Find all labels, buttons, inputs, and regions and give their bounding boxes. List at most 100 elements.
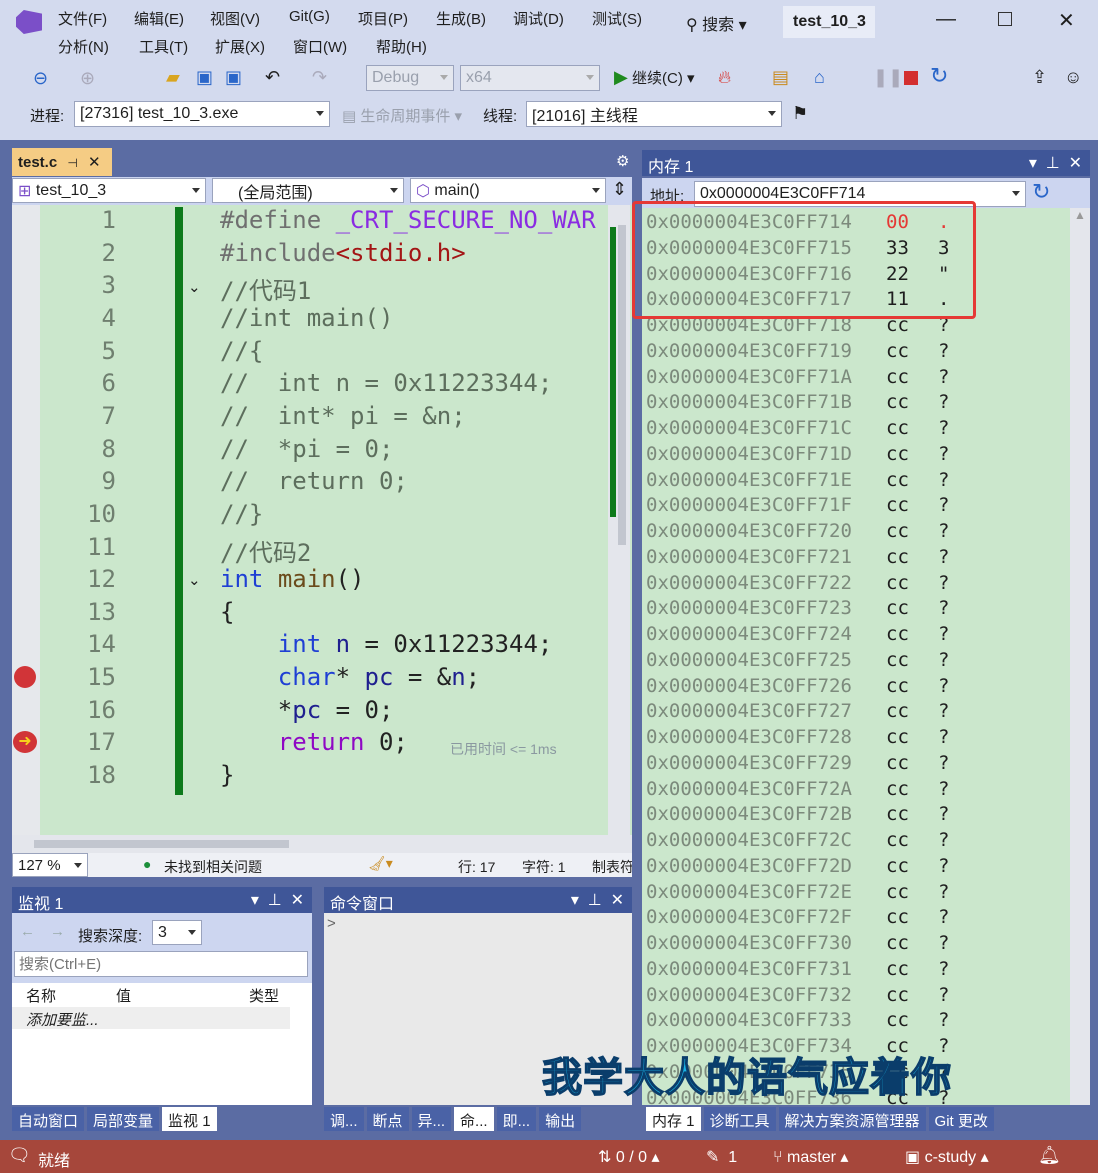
memory-row[interactable]: 0x0000004E3C0FF724 cc? [646, 623, 949, 649]
menu-item[interactable]: 文件(F) [58, 8, 107, 29]
process-dropdown[interactable]: [27316] test_10_3.exe [74, 101, 330, 127]
memory-row[interactable]: 0x0000004E3C0FF71F cc? [646, 494, 949, 520]
memory-row[interactable]: 0x0000004E3C0FF732 cc? [646, 984, 949, 1010]
memory-row[interactable]: 0x0000004E3C0FF722 cc? [646, 572, 949, 598]
find-in-files-icon[interactable]: ▤ [772, 67, 789, 87]
memory-row[interactable]: 0x0000004E3C0FF71C cc? [646, 417, 949, 443]
issues-status[interactable]: 未找到相关问题 [164, 857, 262, 877]
configuration-dropdown[interactable]: Debug [366, 65, 454, 91]
memory-row[interactable]: 0x0000004E3C0FF72A cc? [646, 778, 949, 804]
column-value[interactable]: 值 [116, 985, 131, 1006]
code-line[interactable]: return 0; [220, 728, 408, 756]
code-line[interactable]: } [220, 761, 234, 789]
menu-item[interactable]: 扩展(X) [215, 36, 265, 57]
watch-search-input[interactable] [14, 951, 308, 977]
back-icon[interactable]: ⊖ [33, 68, 48, 88]
code-line[interactable]: // return 0; [220, 467, 408, 495]
menu-item[interactable]: 编辑(E) [134, 8, 184, 29]
stop-button[interactable] [904, 71, 918, 85]
panel-tab[interactable]: 解决方案资源管理器 [778, 1107, 926, 1131]
code-line[interactable]: // int* pi = &n; [220, 402, 466, 430]
memory-row[interactable]: 0x0000004E3C0FF730 cc? [646, 932, 949, 958]
hot-reload-icon[interactable]: 🔥︎ [718, 67, 731, 87]
panel-tab[interactable]: 即... [496, 1107, 537, 1131]
continue-button[interactable]: ▶ 继续(C) ▾ [614, 67, 695, 88]
panel-tab[interactable]: 监视 1 [162, 1107, 217, 1131]
maximize-button[interactable] [998, 12, 1012, 26]
code-cleanup-icon[interactable]: 🧹︎▾ [368, 855, 393, 872]
code-line[interactable]: // int n = 0x11223344; [220, 369, 552, 397]
memory-row[interactable]: 0x0000004E3C0FF72C cc? [646, 829, 949, 855]
feedback-icon[interactable]: ☺ [1064, 67, 1082, 87]
breakpoint-icon[interactable] [14, 666, 36, 688]
memory-row[interactable]: 0x0000004E3C0FF71B cc? [646, 391, 949, 417]
code-line[interactable]: // *pi = 0; [220, 435, 393, 463]
memory-scrollbar[interactable]: ▲ [1070, 208, 1090, 1105]
undo-icon[interactable]: ↶ [265, 67, 280, 87]
memory-row[interactable]: 0x0000004E3C0FF720 cc? [646, 520, 949, 546]
horizontal-scrollbar[interactable] [12, 835, 632, 853]
memory-row[interactable]: 0x0000004E3C0FF721 cc? [646, 546, 949, 572]
minimize-button[interactable]: — [936, 8, 956, 31]
code-line[interactable]: *pc = 0; [220, 696, 394, 724]
menu-item[interactable]: Git(G) [289, 8, 330, 25]
notifications-icon[interactable]: 🔔︎ [1038, 1145, 1061, 1166]
add-watch-row[interactable]: 添加要监... [12, 1007, 290, 1029]
panel-tab[interactable]: 异... [411, 1107, 452, 1131]
sync-button[interactable]: ⇅ 0 / 0 ▴ [598, 1147, 659, 1167]
memory-row[interactable]: 0x0000004E3C0FF71E cc? [646, 469, 949, 495]
memory-row[interactable]: 0x0000004E3C0FF731 cc? [646, 958, 949, 984]
forward-arrow-icon[interactable]: → [50, 923, 65, 940]
menu-item[interactable]: 测试(S) [592, 8, 642, 29]
close-button[interactable]: ✕ [1058, 8, 1075, 33]
menu-item[interactable]: 调试(D) [513, 8, 564, 29]
panel-tab[interactable]: 自动窗口 [12, 1107, 85, 1131]
flag-icon[interactable]: ⚑ [792, 103, 808, 123]
tab-test-c[interactable]: test.c ⊣ ✕ [12, 148, 112, 176]
code-line[interactable]: int n = 0x11223344; [220, 630, 553, 658]
scope-dropdown[interactable]: (全局范围) [212, 178, 404, 203]
memory-row[interactable]: 0x0000004E3C0FF728 cc? [646, 726, 949, 752]
panel-tab[interactable]: 断点 [366, 1107, 409, 1131]
panel-tab[interactable]: 命... [454, 1107, 494, 1131]
branch-button[interactable]: ⑂ master ▴ [773, 1147, 848, 1167]
code-line[interactable]: { [220, 598, 234, 626]
menu-item[interactable]: 项目(P) [358, 8, 408, 29]
memory-row[interactable]: 0x0000004E3C0FF719 cc? [646, 340, 949, 366]
menu-item[interactable]: 视图(V) [210, 8, 260, 29]
search-button[interactable]: ⚲ 搜索 ▾ [686, 11, 747, 35]
refresh-icon[interactable]: ↻ [1032, 179, 1050, 205]
memory-row[interactable]: 0x0000004E3C0FF727 cc? [646, 700, 949, 726]
code-line[interactable]: //代码1 [220, 271, 311, 306]
memory-row[interactable]: 0x0000004E3C0FF72D cc? [646, 855, 949, 881]
pin-icon[interactable]: ⊣ [67, 156, 77, 170]
memory-grid[interactable]: 0x0000004E3C0FF714 00. 0x0000004E3C0FF715 3… [642, 208, 1070, 1105]
column-type[interactable]: 类型 [249, 985, 279, 1006]
pause-icon[interactable]: ❚❚ [873, 67, 903, 87]
tabs-mode[interactable]: 制表符 [592, 857, 632, 877]
code-line[interactable]: #include<stdio.h> [220, 239, 466, 267]
memory-row[interactable]: 0x0000004E3C0FF71A cc? [646, 366, 949, 392]
redo-icon[interactable]: ↷ [312, 67, 327, 87]
open-folder-icon[interactable]: ▰ [166, 67, 180, 87]
project-dropdown[interactable]: ⊞ test_10_3 [12, 178, 206, 203]
zoom-dropdown[interactable]: 127 % [12, 853, 88, 877]
menu-item[interactable]: 分析(N) [58, 36, 109, 57]
memory-row[interactable]: 0x0000004E3C0FF72B cc? [646, 803, 949, 829]
menu-item[interactable]: 工具(T) [139, 36, 188, 57]
split-icon[interactable]: ⇕ [612, 179, 627, 200]
platform-dropdown[interactable]: x64 [460, 65, 600, 91]
code-line[interactable]: int main() [220, 565, 365, 593]
vertical-scrollbar[interactable] [608, 205, 630, 835]
memory-row[interactable]: 0x0000004E3C0FF71D cc? [646, 443, 949, 469]
panel-tab[interactable]: 内存 1 [646, 1107, 701, 1131]
code-line[interactable]: //int main() [220, 304, 393, 332]
member-dropdown[interactable]: ⬡ main() [410, 178, 606, 203]
code-line[interactable]: char* pc = &n; [220, 663, 480, 691]
panel-tab[interactable]: 诊断工具 [703, 1107, 776, 1131]
back-arrow-icon[interactable]: ← [20, 923, 35, 940]
panel-tab[interactable]: 输出 [539, 1107, 582, 1131]
lifecycle-events-button[interactable]: ▤ 生命周期事件 ▾ [342, 105, 462, 126]
code-line[interactable]: //代码2 [220, 533, 311, 568]
menu-item[interactable]: 生成(B) [436, 8, 486, 29]
